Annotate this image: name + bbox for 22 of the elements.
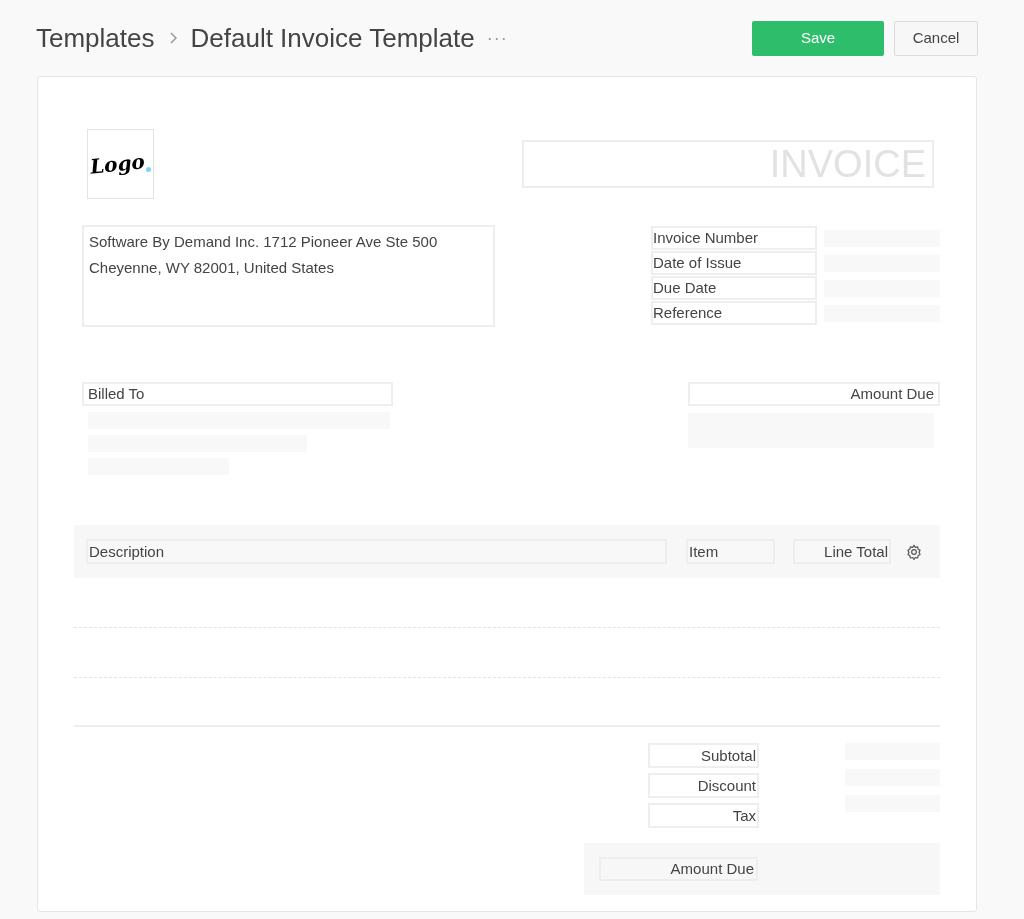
amount-due-field[interactable]: Amount Due — [688, 382, 940, 406]
meta-label-field[interactable]: Invoice Number — [651, 226, 817, 250]
company-address: Software By Demand Inc. 1712 Pioneer Ave Ste 500 Cheyenne, WY 82001, United States — [89, 232, 439, 278]
column-header-field[interactable]: Description — [86, 539, 667, 564]
amount-due-field[interactable]: Amount Due — [599, 857, 758, 881]
chevron-icon — [168, 32, 177, 44]
meta-label-field[interactable]: Due Date — [651, 276, 817, 300]
column-header-field[interactable]: Line Total — [793, 539, 891, 564]
breadcrumb-link[interactable]: Templates — [36, 18, 155, 58]
billed-to-field[interactable]: Billed To — [82, 382, 393, 406]
meta-label-field[interactable]: Date of Issue — [651, 251, 817, 275]
logo-text: Logo — [88, 148, 147, 181]
cancel-button[interactable]: Cancel — [894, 20, 978, 56]
summary-label-field[interactable]: Subtotal — [648, 743, 759, 768]
summary-label-field[interactable]: Discount — [648, 773, 759, 798]
page-title: Default Invoice Template — [190, 21, 475, 55]
logo-box[interactable]: Logo — [87, 129, 154, 199]
address-field[interactable]: Software By Demand Inc. 1712 Pioneer Ave Ste 500 Cheyenne, WY 82001, United States — [82, 225, 495, 327]
settings-icon[interactable] — [906, 543, 922, 560]
meta-label-field[interactable]: Reference — [651, 301, 817, 325]
column-header-field[interactable]: Item — [686, 539, 775, 564]
summary-label-field[interactable]: Tax — [648, 803, 759, 828]
